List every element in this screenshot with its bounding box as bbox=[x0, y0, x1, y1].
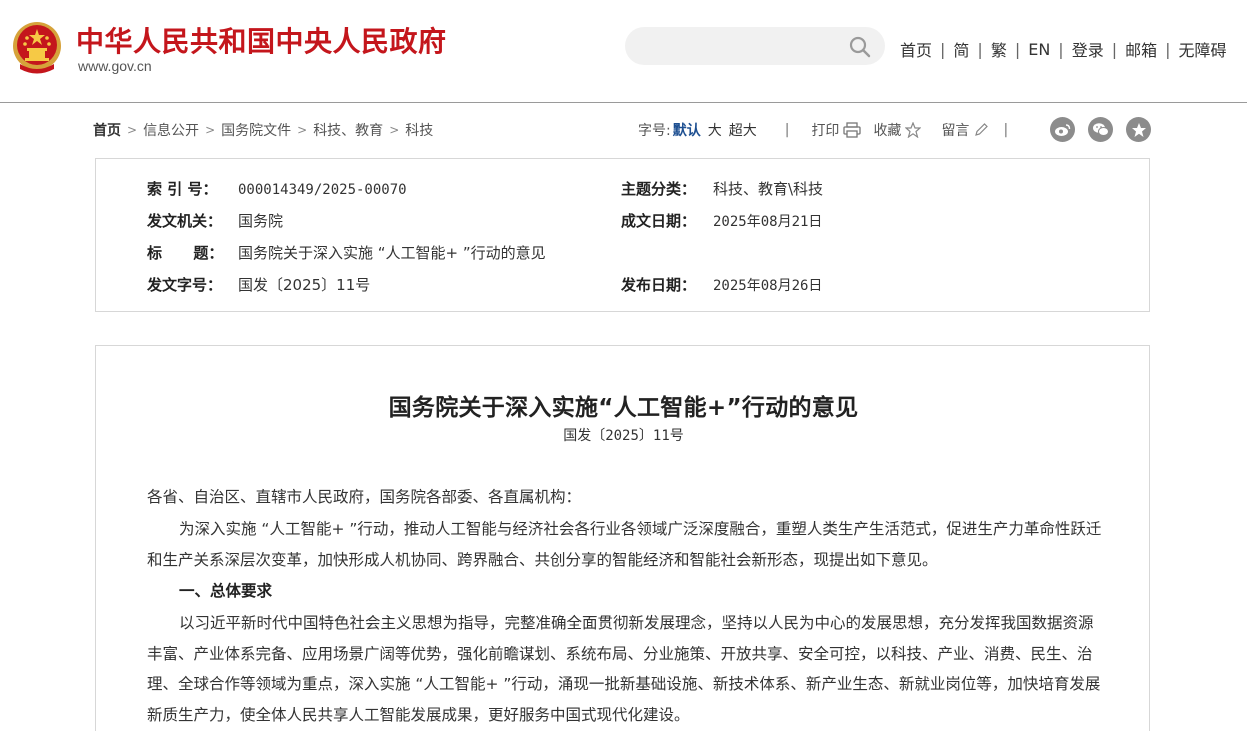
meta-index-row: 索 引 号： 000014349/2025-00070 bbox=[147, 178, 407, 199]
article-salutation: 各省、自治区、直辖市人民政府，国务院各部委、各直属机构： bbox=[147, 488, 582, 506]
article-title: 国务院关于深入实施“人工智能+”行动的意见 bbox=[388, 395, 859, 421]
tools-separator: | bbox=[1003, 122, 1009, 138]
meta-index-value: 000014349/2025-00070 bbox=[238, 182, 407, 198]
meta-docno-label: 发文字号： bbox=[147, 276, 223, 294]
meta-docno-value: 国发〔2025〕11号 bbox=[238, 276, 371, 294]
comment-button[interactable]: 留言 bbox=[941, 120, 969, 140]
font-size-xlarge-button[interactable]: 超大 bbox=[729, 120, 757, 140]
page-tools: 字号: 默认 大 超大 | 打印 收藏 留言 | bbox=[638, 120, 1008, 140]
nav-separator: | bbox=[977, 39, 983, 59]
breadcrumb-state-council-docs[interactable]: 国务院文件 bbox=[221, 120, 291, 140]
article-paragraph: 以习近平新时代中国特色社会主义思想为指导，完整准确全面贯彻新发展理念，坚持以人民… bbox=[147, 614, 1101, 724]
font-size-large-button[interactable]: 大 bbox=[708, 120, 722, 140]
site-header: 中华人民共和国中央人民政府 www.gov.cn 首页 | 简 | 繁 | EN… bbox=[0, 0, 1247, 103]
meta-created-row: 成文日期： 2025年08月21日 bbox=[621, 210, 822, 231]
article-doc-number: 国发〔2025〕11号 bbox=[563, 428, 684, 444]
meta-issuer-label: 发文机关： bbox=[147, 212, 223, 230]
meta-category-label: 主题分类： bbox=[621, 180, 697, 198]
breadcrumb-home[interactable]: 首页 bbox=[93, 120, 121, 140]
nav-separator: | bbox=[1111, 39, 1118, 59]
wechat-share-icon[interactable] bbox=[1088, 117, 1113, 142]
nav-separator: | bbox=[1014, 39, 1021, 59]
pencil-icon[interactable] bbox=[973, 122, 989, 138]
site-title[interactable]: 中华人民共和国中央人民政府 bbox=[76, 20, 447, 60]
font-size-label: 字号: bbox=[638, 123, 671, 139]
meta-title-row: 标 题： 国务院关于深入实施 “人工智能+ ”行动的意见 bbox=[147, 242, 546, 263]
top-nav: 首页 | 简 | 繁 | EN | 登录 | 邮箱 | 无障碍 bbox=[900, 37, 1227, 61]
nav-traditional-link[interactable]: 繁 bbox=[991, 37, 1007, 61]
breadcrumb-arrow: > bbox=[127, 123, 138, 137]
meta-published-row: 发布日期： 2025年08月26日 bbox=[621, 274, 822, 295]
breadcrumb-arrow: > bbox=[389, 123, 400, 137]
nav-home-link[interactable]: 首页 bbox=[900, 37, 932, 61]
breadcrumb-sci-edu[interactable]: 科技、教育 bbox=[313, 120, 383, 140]
meta-published-value: 2025年08月26日 bbox=[713, 278, 823, 294]
meta-category-value: 科技、教育\科技 bbox=[713, 180, 824, 198]
meta-docno-row: 发文字号： 国发〔2025〕11号 bbox=[147, 274, 370, 295]
breadcrumb-tech[interactable]: 科技 bbox=[405, 120, 433, 140]
favorite-star-share-icon[interactable] bbox=[1126, 117, 1151, 142]
meta-index-label: 索 引 号： bbox=[147, 180, 218, 198]
nav-english-link[interactable]: EN bbox=[1028, 40, 1050, 59]
printer-icon[interactable] bbox=[843, 122, 862, 138]
print-button[interactable]: 打印 bbox=[811, 120, 839, 140]
breadcrumb-arrow: > bbox=[297, 123, 308, 137]
meta-created-value: 2025年08月21日 bbox=[713, 214, 823, 230]
tools-separator: | bbox=[784, 122, 790, 138]
search-input[interactable] bbox=[625, 27, 885, 65]
weibo-share-icon[interactable] bbox=[1050, 117, 1075, 142]
meta-title-label: 标 题： bbox=[147, 244, 224, 262]
meta-issuer-value: 国务院 bbox=[238, 212, 284, 230]
favorite-button[interactable]: 收藏 bbox=[873, 120, 901, 140]
nav-separator: | bbox=[1058, 39, 1064, 59]
article-section-heading: 一、总体要求 bbox=[179, 582, 273, 600]
article-paragraph: 为深入实施 “人工智能+ ”行动，推动人工智能与经济社会各行业各领域广泛深度融合… bbox=[147, 520, 1102, 569]
meta-published-label: 发布日期： bbox=[621, 276, 697, 294]
meta-category-row: 主题分类： 科技、教育\科技 bbox=[621, 178, 823, 199]
meta-title-value: 国务院关于深入实施 “人工智能+ ”行动的意见 bbox=[238, 244, 546, 262]
star-icon[interactable] bbox=[905, 122, 922, 138]
nav-login-link[interactable]: 登录 bbox=[1072, 37, 1104, 61]
breadcrumb: 首页 > 信息公开 > 国务院文件 > 科技、教育 > 科技 bbox=[93, 120, 433, 140]
breadcrumb-info-public[interactable]: 信息公开 bbox=[143, 120, 199, 140]
meta-created-label: 成文日期： bbox=[621, 212, 697, 230]
font-size-default-button[interactable]: 默认 bbox=[673, 120, 701, 140]
national-emblem-icon[interactable] bbox=[12, 20, 62, 76]
site-domain: www.gov.cn bbox=[78, 58, 152, 74]
meta-issuer-row: 发文机关： 国务院 bbox=[147, 210, 283, 231]
nav-mail-link[interactable]: 邮箱 bbox=[1125, 37, 1157, 61]
nav-simplified-link[interactable]: 简 bbox=[953, 37, 969, 61]
breadcrumb-arrow: > bbox=[205, 123, 216, 137]
nav-separator: | bbox=[1165, 39, 1171, 59]
nav-accessibility-link[interactable]: 无障碍 bbox=[1179, 37, 1227, 61]
search-icon[interactable] bbox=[848, 35, 872, 59]
nav-separator: | bbox=[940, 39, 946, 59]
